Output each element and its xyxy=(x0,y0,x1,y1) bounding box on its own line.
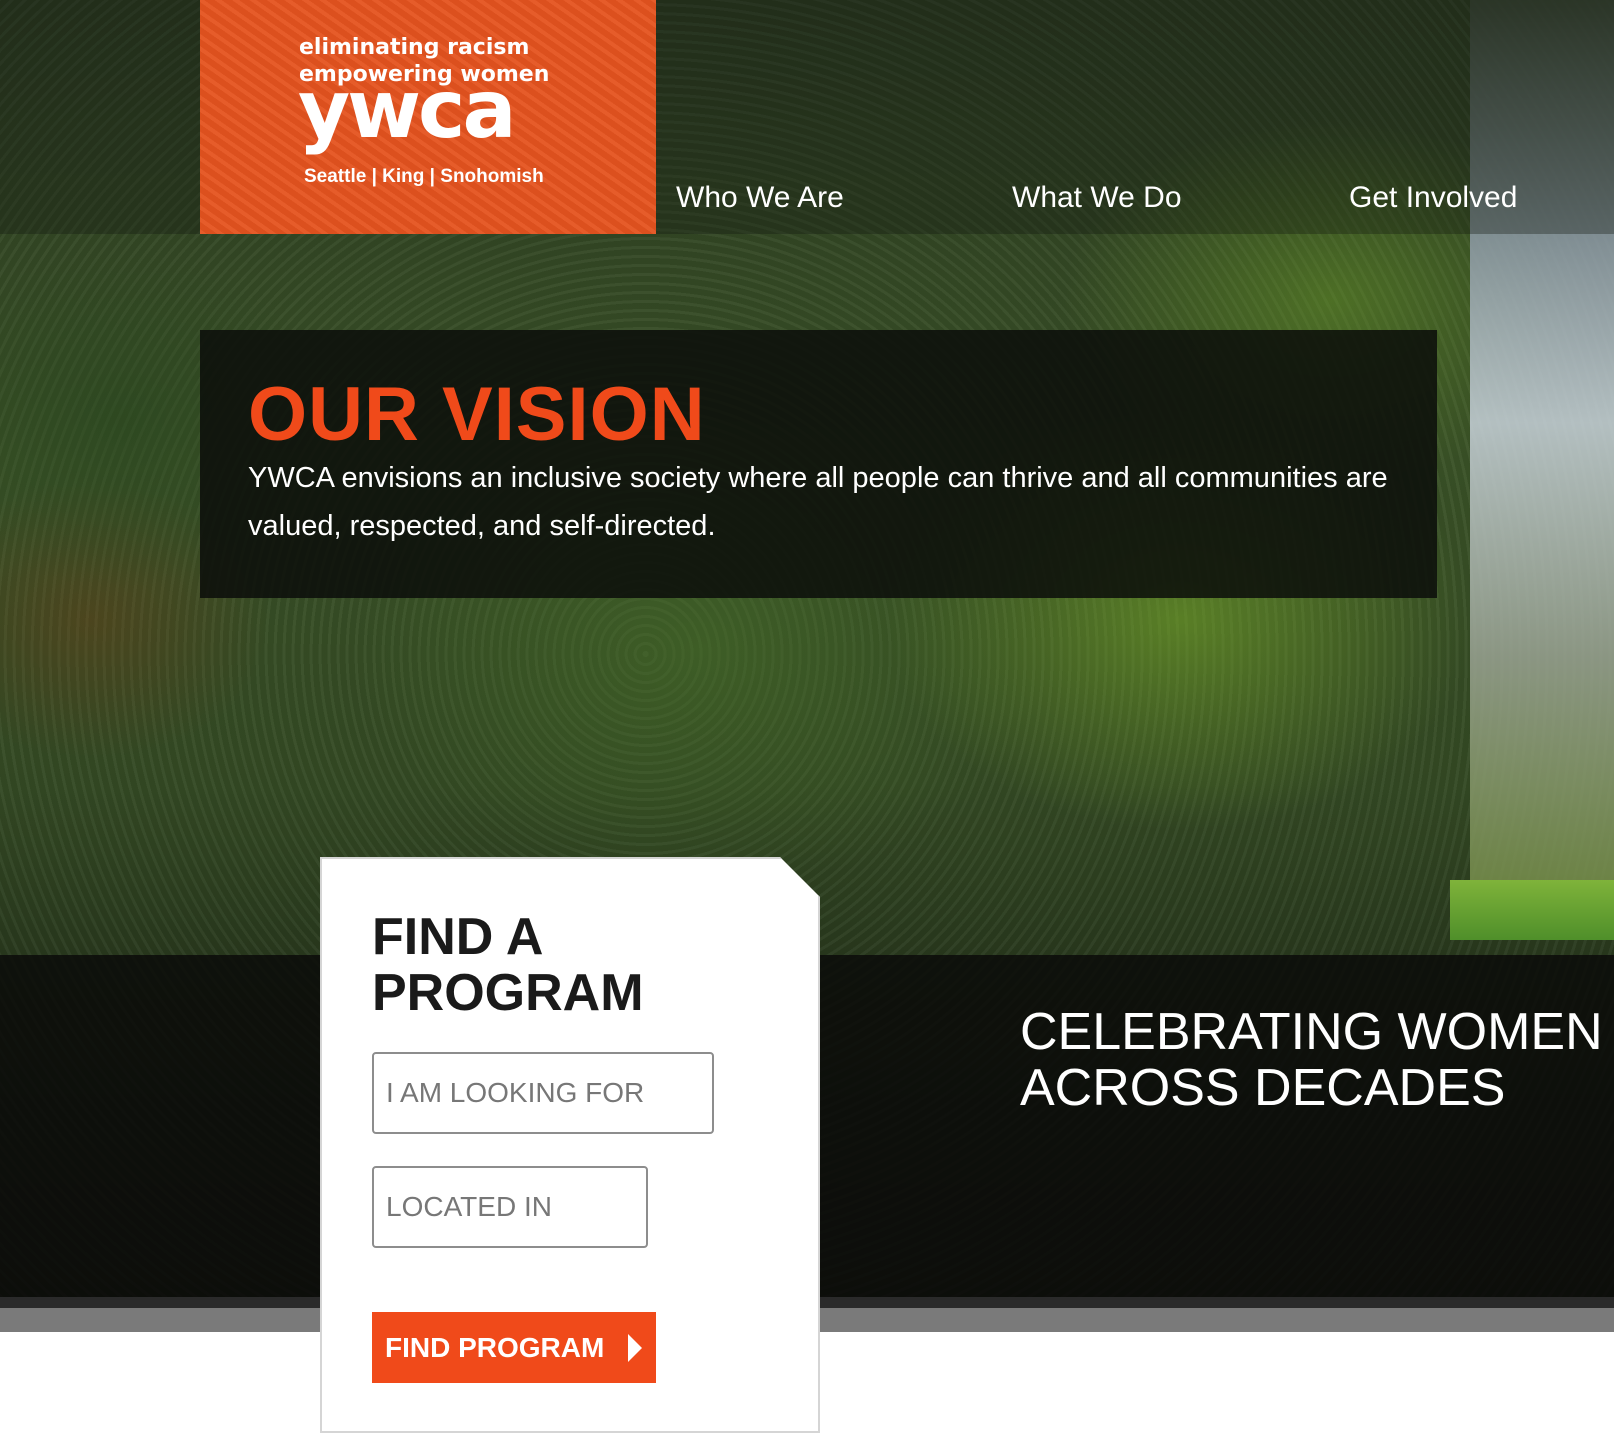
logo-wordmark: ywca xyxy=(298,63,516,156)
nav-get-involved[interactable]: Get Involved xyxy=(1349,178,1517,218)
celebrating-line2: ACROSS DECADES xyxy=(1020,1059,1506,1117)
logo-locations: Seattle | King | Snohomish xyxy=(304,166,544,187)
vision-title: OUR VISION xyxy=(248,372,706,457)
find-program-button[interactable]: FIND PROGRAM xyxy=(372,1312,656,1383)
find-program-card: FIND A PROGRAM FIND PROGRAM xyxy=(320,857,820,1433)
vision-text: YWCA envisions an inclusive society wher… xyxy=(248,462,1388,542)
find-program-title-line1: FIND A xyxy=(372,908,544,966)
logo-tagline-line1: eliminating racism xyxy=(299,35,530,60)
play-arrow-icon xyxy=(628,1334,642,1362)
find-program-title-line2: PROGRAM xyxy=(372,964,644,1022)
find-program-title: FIND A PROGRAM xyxy=(372,909,644,1021)
ywca-logo[interactable]: eliminating racism empowering women ywca… xyxy=(200,0,656,234)
hero-background-grass xyxy=(1450,880,1614,940)
vision-panel: OUR VISION YWCA envisions an inclusive s… xyxy=(200,330,1437,598)
celebrating-line1: CELEBRATING WOMEN & G xyxy=(1020,1004,1614,1061)
find-program-button-label: FIND PROGRAM xyxy=(385,1332,605,1364)
celebrating-banner[interactable]: CELEBRATING WOMEN & G ACROSS DECADES xyxy=(1020,1004,1614,1124)
nav-who-we-are[interactable]: Who We Are xyxy=(676,178,844,218)
nav-what-we-do[interactable]: What We Do xyxy=(1012,178,1182,218)
looking-for-input[interactable] xyxy=(372,1052,714,1134)
located-in-input[interactable] xyxy=(372,1166,648,1248)
